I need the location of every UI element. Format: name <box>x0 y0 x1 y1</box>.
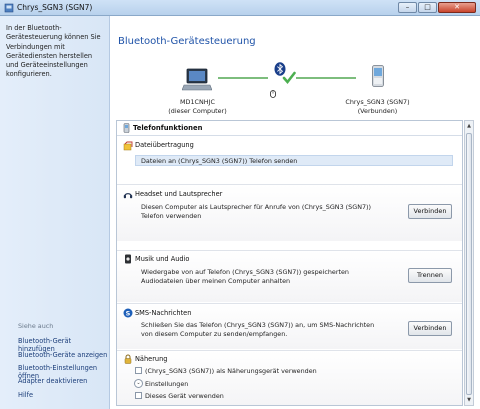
lock-icon <box>124 354 132 364</box>
connection-line-right <box>296 77 356 79</box>
phone-small-icon <box>123 123 130 133</box>
svg-text:S: S <box>126 309 131 317</box>
page-title: Bluetooth-Gerätesteuerung <box>118 36 256 47</box>
settings-expander[interactable]: ⌄ <box>134 379 143 388</box>
file-transfer-title: Dateiübertragung <box>135 141 194 149</box>
sms-title: SMS-Nachrichten <box>135 309 192 317</box>
headset-connect-button[interactable]: Verbinden <box>408 204 452 219</box>
music-title: Musik und Audio <box>135 255 190 263</box>
use-this-device-checkbox[interactable] <box>135 392 142 399</box>
connection-line-left <box>218 77 268 79</box>
headset-icon <box>123 193 133 199</box>
computer-label: MD1CNHJC (dieser Computer) <box>160 98 235 115</box>
group-proximity: Näherung (Chrys_SGN3 (SGN7)) als Näherun… <box>117 350 462 405</box>
group-music: Musik und Audio Wiedergabe von auf Telef… <box>117 250 462 302</box>
phone-icon <box>372 65 384 87</box>
use-this-device-label: Dieses Gerät verwenden <box>145 392 224 400</box>
proximity-title: Näherung <box>135 355 168 363</box>
panel-scrollbar[interactable]: ▲ ▼ <box>464 120 474 406</box>
section-header: Telefonfunktionen <box>117 121 462 136</box>
proximity-device-checkbox[interactable] <box>135 367 142 374</box>
file-transfer-icon <box>123 141 133 151</box>
computer-name: MD1CNHJC <box>180 98 215 106</box>
link-show-devices[interactable]: Bluetooth-Geräte anzeigen <box>18 351 107 359</box>
scroll-up-arrow[interactable]: ▲ <box>466 122 472 130</box>
music-phone-icon <box>125 254 131 264</box>
scroll-down-arrow[interactable]: ▼ <box>466 396 472 404</box>
sidebar: In der Bluetooth-Gerätesteuerung können … <box>0 16 110 409</box>
maximize-button[interactable]: □ <box>418 2 437 13</box>
main-content: Bluetooth-Gerätesteuerung MD1CNHJC (dies… <box>110 16 480 409</box>
phone-label: Chrys_SGN3 (SGN7) (Verbunden) <box>335 98 420 115</box>
see-also-heading: Siehe auch <box>18 322 54 330</box>
section-title: Telefonfunktionen <box>133 124 203 132</box>
headset-description: Diesen Computer als Lautsprecher für Anr… <box>141 203 372 221</box>
group-headset: Headset und Lautsprecher Diesen Computer… <box>117 184 462 241</box>
link-help[interactable]: Hilfe <box>18 391 33 399</box>
title-bar: Chrys_SGN3 (SGN7) – □ ✕ <box>0 0 480 16</box>
send-files-label: Dateien an (Chrys_SGN3 (SGN7)) Telefon s… <box>141 157 298 165</box>
app-icon <box>4 3 14 13</box>
window-title: Chrys_SGN3 (SGN7) <box>17 3 93 12</box>
music-description: Wiedergabe von auf Telefon (Chrys_SGN3 (… <box>141 268 349 286</box>
laptop-icon <box>182 68 212 91</box>
phone-status: (Verbunden) <box>357 106 398 115</box>
sms-icon: S <box>123 308 133 318</box>
phone-name: Chrys_SGN3 (SGN7) <box>345 98 410 106</box>
music-disconnect-button[interactable]: Trennen <box>408 268 452 283</box>
group-sms: S SMS-Nachrichten Schließen Sie das Tele… <box>117 303 462 349</box>
headset-title: Headset und Lautsprecher <box>135 190 223 198</box>
computer-role: (dieser Computer) <box>168 106 227 115</box>
sms-description: Schließen Sie das Telefon (Chrys_SGN3 (S… <box>141 321 375 339</box>
group-file-transfer: Dateiübertragung Dateien an (Chrys_SGN3 … <box>117 136 462 176</box>
sms-connect-button[interactable]: Verbinden <box>408 321 452 336</box>
scroll-thumb[interactable] <box>466 133 472 395</box>
close-button[interactable]: ✕ <box>438 2 476 13</box>
phone-functions-panel: Telefonfunktionen Dateiübertragung Datei… <box>116 120 463 406</box>
settings-label[interactable]: Einstellungen <box>145 380 188 388</box>
proximity-device-label: (Chrys_SGN3 (SGN7)) als Näherungsgerät v… <box>145 367 317 375</box>
mouse-icon <box>270 90 276 98</box>
link-disable-adapter[interactable]: Adapter deaktivieren <box>18 377 87 385</box>
connected-check-icon <box>282 71 296 85</box>
minimize-button[interactable]: – <box>398 2 417 13</box>
send-files-link[interactable]: Dateien an (Chrys_SGN3 (SGN7)) Telefon s… <box>135 155 453 166</box>
sidebar-description: In der Bluetooth-Gerätesteuerung können … <box>6 24 101 79</box>
